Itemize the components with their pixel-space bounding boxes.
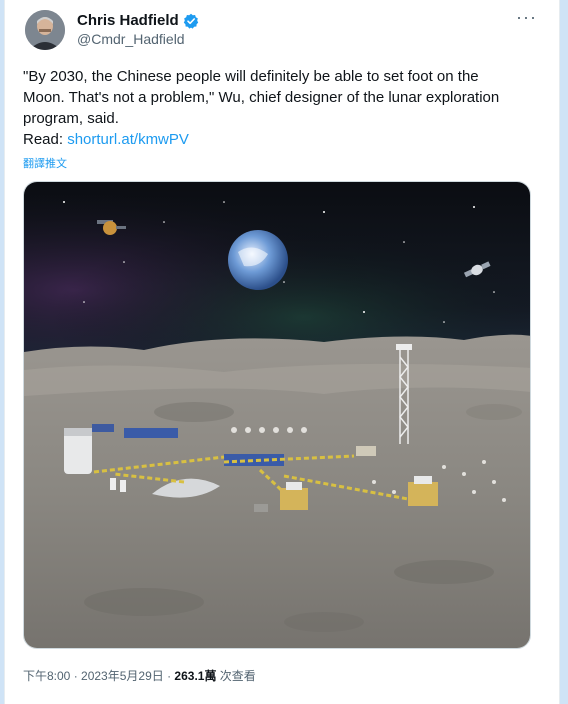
meta-separator: · — [70, 669, 82, 683]
tweet-time[interactable]: 下午8:00 — [23, 669, 70, 683]
more-options-icon[interactable]: ··· — [516, 8, 537, 26]
tweet-meta: 下午8:00 · 2023年5月29日 · 263.1萬 次查看 — [23, 667, 256, 684]
verified-badge-icon — [183, 13, 199, 29]
views-label: 次查看 — [219, 669, 256, 683]
tweet-text-line: Moon. That's not a problem," Wu, chief d… — [23, 89, 500, 106]
avatar-image — [25, 10, 65, 50]
tweet-link[interactable]: shorturl.at/kmwPV — [67, 131, 189, 148]
tweet-text-line: "By 2030, the Chinese people will defini… — [23, 68, 479, 85]
tweet-text: "By 2030, the Chinese people will defini… — [23, 66, 543, 150]
read-label: Read: — [23, 131, 68, 148]
tweet-read-line: Read: shorturl.at/kmwPV — [23, 129, 543, 150]
views-count: 263.1萬 — [174, 669, 217, 683]
avatar[interactable] — [25, 10, 65, 50]
handle[interactable]: @Cmdr_Hadfield — [77, 31, 185, 47]
display-name[interactable]: Chris Hadfield — [77, 12, 179, 29]
lunar-base-illustration — [24, 182, 530, 648]
author-name-row: Chris Hadfield — [77, 12, 199, 29]
tweet-text-line: program, said. — [23, 110, 119, 127]
translate-tweet-link[interactable]: 翻譯推文 — [23, 155, 67, 171]
tweet-media-image[interactable] — [23, 181, 531, 649]
tweet-card: Chris Hadfield @Cmdr_Hadfield ··· "By 20… — [4, 0, 560, 704]
tweet-date[interactable]: 2023年5月29日 — [81, 669, 164, 683]
meta-separator: · — [163, 669, 175, 683]
